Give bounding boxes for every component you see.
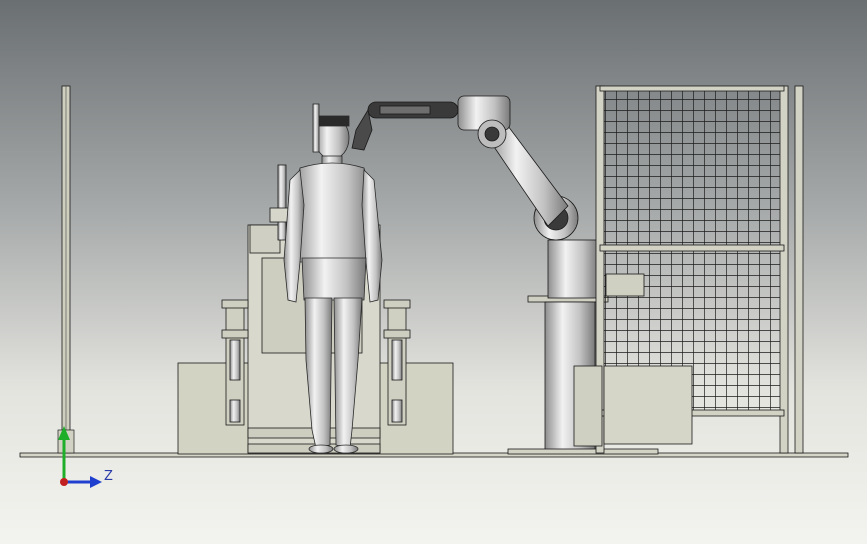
assembly-drawing[interactable]: Z bbox=[0, 0, 867, 544]
cad-viewport[interactable]: Z bbox=[0, 0, 867, 544]
x-axis-dot bbox=[60, 478, 68, 486]
z-axis-label: Z bbox=[104, 469, 113, 484]
robot-arm bbox=[351, 95, 599, 299]
left-post bbox=[57, 85, 75, 454]
